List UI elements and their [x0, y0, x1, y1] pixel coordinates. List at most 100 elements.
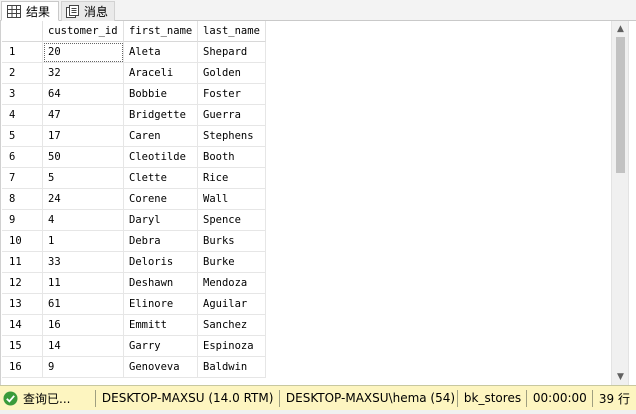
cell-last-name[interactable]: Guerra: [198, 105, 266, 126]
cell-last-name[interactable]: Sanchez: [198, 315, 266, 336]
cell-customer-id[interactable]: 5: [43, 168, 124, 189]
vertical-scrollbar[interactable]: ▲ ▼: [611, 21, 628, 385]
cell-first-name[interactable]: Araceli: [124, 63, 198, 84]
table-row[interactable]: 2 32 Araceli Golden: [2, 63, 266, 84]
cell-first-name[interactable]: Clette: [124, 168, 198, 189]
table-row[interactable]: 1 20 Aleta Shepard: [2, 42, 266, 63]
table-row[interactable]: 10 1 Debra Burks: [2, 231, 266, 252]
cell-customer-id[interactable]: 47: [43, 105, 124, 126]
cell-customer-id[interactable]: 16: [43, 315, 124, 336]
table-row[interactable]: 16 9 Genoveva Baldwin: [2, 357, 266, 378]
cell-first-name[interactable]: Bridgette: [124, 105, 198, 126]
cell-first-name[interactable]: Bobbie: [124, 84, 198, 105]
cell-first-name[interactable]: Debra: [124, 231, 198, 252]
cell-customer-id[interactable]: 20: [43, 42, 124, 63]
column-header-last-name[interactable]: last_name: [198, 21, 266, 42]
cell-customer-id[interactable]: 11: [43, 273, 124, 294]
query-status-text: 查询已...: [23, 391, 71, 406]
row-number-cell[interactable]: 10: [2, 231, 43, 252]
cell-last-name[interactable]: Rice: [198, 168, 266, 189]
row-number-cell[interactable]: 5: [2, 126, 43, 147]
table-row[interactable]: 7 5 Clette Rice: [2, 168, 266, 189]
cell-customer-id[interactable]: 64: [43, 84, 124, 105]
table-row[interactable]: 11 33 Deloris Burke: [2, 252, 266, 273]
cell-last-name[interactable]: Spence: [198, 210, 266, 231]
window-bottom-edge: [0, 410, 636, 414]
cell-last-name[interactable]: Espinoza: [198, 336, 266, 357]
cell-last-name[interactable]: Stephens: [198, 126, 266, 147]
cell-customer-id[interactable]: 9: [43, 357, 124, 378]
table-row[interactable]: 5 17 Caren Stephens: [2, 126, 266, 147]
row-number-cell[interactable]: 13: [2, 294, 43, 315]
cell-first-name[interactable]: Cleotilde: [124, 147, 198, 168]
messages-icon: [66, 5, 79, 18]
table-row[interactable]: 14 16 Emmitt Sanchez: [2, 315, 266, 336]
cell-first-name[interactable]: Elinore: [124, 294, 198, 315]
cell-customer-id[interactable]: 4: [43, 210, 124, 231]
cell-customer-id[interactable]: 24: [43, 189, 124, 210]
cell-first-name[interactable]: Emmitt: [124, 315, 198, 336]
cell-last-name[interactable]: Golden: [198, 63, 266, 84]
cell-first-name[interactable]: Corene: [124, 189, 198, 210]
row-number-cell[interactable]: 14: [2, 315, 43, 336]
scroll-down-arrow-icon[interactable]: ▼: [612, 369, 629, 385]
cell-last-name[interactable]: Foster: [198, 84, 266, 105]
cell-last-name[interactable]: Shepard: [198, 42, 266, 63]
tab-results[interactable]: 结果: [1, 1, 59, 21]
table-row[interactable]: 15 14 Garry Espinoza: [2, 336, 266, 357]
cell-first-name[interactable]: Deshawn: [124, 273, 198, 294]
query-status-bar: 查询已... DESKTOP-MAXSU (14.0 RTM) DESKTOP-…: [0, 385, 636, 410]
table-row[interactable]: 4 47 Bridgette Guerra: [2, 105, 266, 126]
row-number-cell[interactable]: 2: [2, 63, 43, 84]
cell-last-name[interactable]: Booth: [198, 147, 266, 168]
cell-last-name[interactable]: Burks: [198, 231, 266, 252]
table-row[interactable]: 3 64 Bobbie Foster: [2, 84, 266, 105]
scrollbar-thumb[interactable]: [616, 37, 625, 173]
tab-messages[interactable]: 消息: [61, 1, 115, 21]
row-number-cell[interactable]: 1: [2, 42, 43, 63]
row-number-cell[interactable]: 16: [2, 357, 43, 378]
table-row[interactable]: 13 61 Elinore Aguilar: [2, 294, 266, 315]
row-number-header[interactable]: [2, 21, 43, 42]
column-header-customer-id[interactable]: customer_id: [43, 21, 124, 42]
tab-messages-label: 消息: [84, 5, 109, 19]
cell-customer-id[interactable]: 1: [43, 231, 124, 252]
cell-customer-id[interactable]: 17: [43, 126, 124, 147]
row-number-cell[interactable]: 6: [2, 147, 43, 168]
cell-last-name[interactable]: Wall: [198, 189, 266, 210]
row-number-cell[interactable]: 4: [2, 105, 43, 126]
cell-first-name[interactable]: Deloris: [124, 252, 198, 273]
table-row[interactable]: 12 11 Deshawn Mendoza: [2, 273, 266, 294]
cell-customer-id[interactable]: 61: [43, 294, 124, 315]
cell-last-name[interactable]: Aguilar: [198, 294, 266, 315]
row-number-cell[interactable]: 9: [2, 210, 43, 231]
cell-last-name[interactable]: Baldwin: [198, 357, 266, 378]
cell-customer-id[interactable]: 33: [43, 252, 124, 273]
login-info: DESKTOP-MAXSU\hema (54): [285, 391, 456, 405]
row-number-cell[interactable]: 11: [2, 252, 43, 273]
success-check-icon: [3, 391, 18, 405]
cell-first-name[interactable]: Garry: [124, 336, 198, 357]
cell-first-name[interactable]: Aleta: [124, 42, 198, 63]
cell-customer-id[interactable]: 32: [43, 63, 124, 84]
table-row[interactable]: 6 50 Cleotilde Booth: [2, 147, 266, 168]
grid-header-row: customer_id first_name last_name: [2, 21, 266, 42]
row-number-cell[interactable]: 15: [2, 336, 43, 357]
cell-first-name[interactable]: Daryl: [124, 210, 198, 231]
scroll-up-arrow-icon[interactable]: ▲: [612, 21, 629, 37]
cell-customer-id[interactable]: 50: [43, 147, 124, 168]
cell-first-name[interactable]: Caren: [124, 126, 198, 147]
row-number-cell[interactable]: 12: [2, 273, 43, 294]
cell-first-name[interactable]: Genoveva: [124, 357, 198, 378]
row-number-cell[interactable]: 7: [2, 168, 43, 189]
table-row[interactable]: 9 4 Daryl Spence: [2, 210, 266, 231]
table-row[interactable]: 8 24 Corene Wall: [2, 189, 266, 210]
elapsed-time: 00:00:00: [532, 391, 587, 405]
cell-last-name[interactable]: Mendoza: [198, 273, 266, 294]
row-number-cell[interactable]: 3: [2, 84, 43, 105]
row-number-cell[interactable]: 8: [2, 189, 43, 210]
column-header-first-name[interactable]: first_name: [124, 21, 198, 42]
cell-customer-id[interactable]: 14: [43, 336, 124, 357]
results-tab-strip: 结果 消息: [0, 0, 636, 21]
cell-last-name[interactable]: Burke: [198, 252, 266, 273]
